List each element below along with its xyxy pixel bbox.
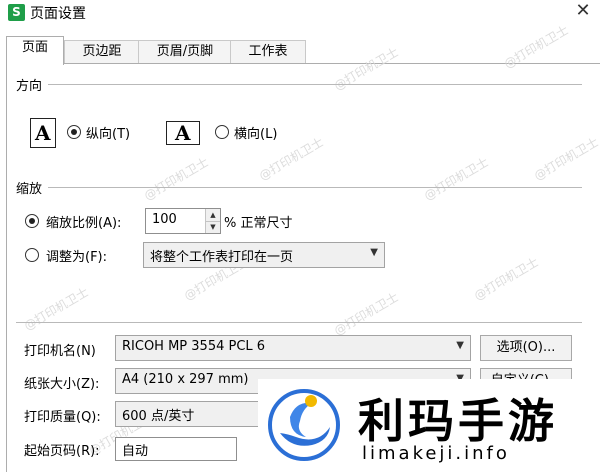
portrait-radio[interactable]	[67, 125, 81, 139]
scale-spinner[interactable]: 100 ▲ ▼	[145, 208, 221, 234]
landscape-radio[interactable]	[215, 125, 229, 139]
scale-radio[interactable]	[25, 214, 39, 228]
tab-margins[interactable]: 页边距	[64, 40, 140, 63]
wps-sheet-app-icon: S	[8, 4, 25, 21]
close-icon[interactable]: ✕	[570, 0, 596, 21]
divider	[16, 322, 582, 323]
landscape-page-icon: A	[166, 121, 200, 145]
paper-size-label: 纸张大小(Z):	[24, 377, 100, 392]
printer-select[interactable]: RICOH MP 3554 PCL 6 ▼	[115, 335, 471, 361]
brand-overlay: 利玛手游 limakeji.info	[258, 379, 600, 471]
tab-header-footer[interactable]: 页眉/页脚	[138, 40, 232, 63]
portrait-label[interactable]: 纵向(T)	[86, 123, 130, 142]
orientation-group-label: 方向	[16, 79, 43, 94]
start-page-input[interactable]: 自动	[115, 437, 237, 461]
landscape-label[interactable]: 横向(L)	[234, 123, 277, 142]
chevron-down-icon: ▼	[456, 340, 464, 351]
scale-label[interactable]: 缩放比例(A):	[46, 212, 121, 231]
fit-to-radio[interactable]	[25, 248, 39, 262]
scaling-group-label: 缩放	[16, 182, 43, 197]
spin-down-icon[interactable]: ▼	[206, 221, 220, 233]
printer-name-label: 打印机名(N)	[24, 344, 96, 359]
divider	[48, 187, 582, 188]
fit-to-label[interactable]: 调整为(F):	[46, 246, 107, 265]
scale-value[interactable]: 100	[152, 212, 177, 227]
brand-name: 利玛手游	[358, 394, 558, 448]
chevron-down-icon: ▼	[370, 247, 378, 258]
divider	[48, 84, 582, 85]
print-quality-label: 打印质量(Q):	[24, 410, 101, 425]
title-bar: S 页面设置 ✕	[0, 0, 600, 30]
brand-logo-icon	[268, 389, 340, 461]
tab-sheet[interactable]: 工作表	[230, 40, 306, 63]
spinner-buttons: ▲ ▼	[205, 209, 220, 233]
brand-url: limakeji.info	[362, 443, 510, 464]
dialog-title: 页面设置	[30, 6, 86, 22]
scale-suffix: % 正常尺寸	[224, 216, 293, 231]
options-button[interactable]: 选项(O)...	[480, 335, 572, 361]
tab-page[interactable]: 页面	[6, 36, 64, 65]
portrait-page-icon: A	[30, 118, 56, 148]
fit-to-select[interactable]: 将整个工作表打印在一页 ▼	[143, 242, 385, 268]
start-page-label: 起始页码(R):	[24, 444, 100, 459]
